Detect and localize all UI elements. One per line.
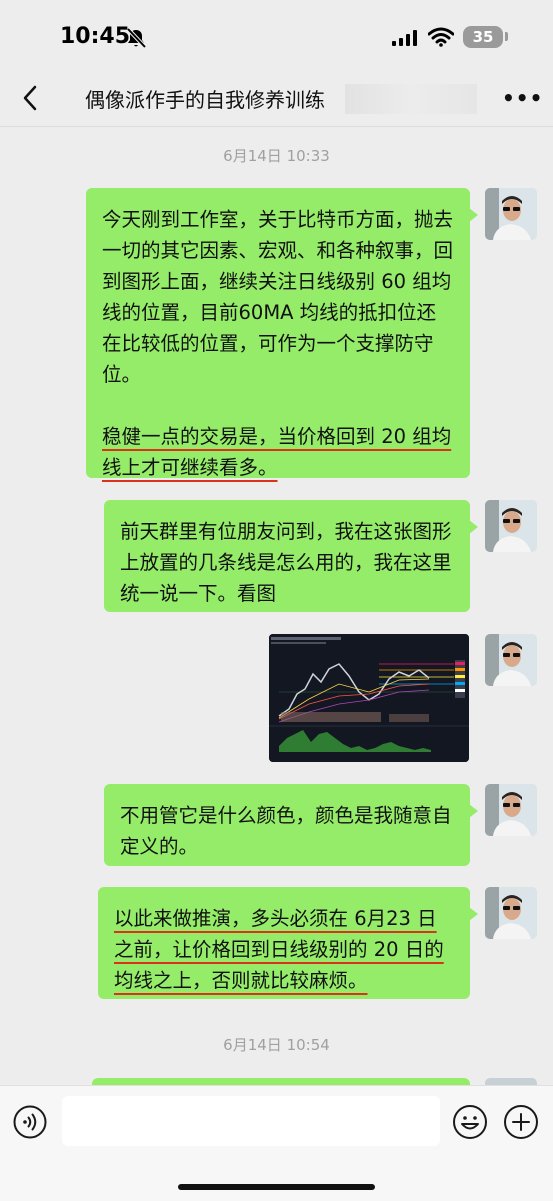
- home-indicator[interactable]: [178, 1184, 375, 1190]
- battery-tip: [505, 32, 508, 41]
- avatar-image: [485, 500, 537, 552]
- message-text: 今天刚到工作室，关于比特币方面，抛去一切的其它因素、宏观、和各种叙事，回到图形上…: [102, 208, 454, 386]
- plus-icon[interactable]: [503, 1104, 539, 1140]
- input-bar: [0, 1085, 553, 1201]
- message-bubble[interactable]: 前天群里有位朋友问到，我在这张图形上放置的几条线是怎么用的，我在这里统一说一下。…: [104, 500, 478, 612]
- message-text: 不用管它是什么颜色，颜色是我随意自定义的。: [120, 804, 452, 858]
- emoji-icon[interactable]: [452, 1104, 488, 1140]
- status-time: 10:45: [60, 24, 131, 49]
- avatar-image: [485, 887, 537, 939]
- timestamp: 6月14日 10:33: [223, 147, 330, 165]
- message-input[interactable]: [62, 1096, 440, 1146]
- avatar[interactable]: [485, 784, 537, 836]
- message-bubble[interactable]: 以此来做推演，多头必须在 6月23 日之前，让价格回到日线级别的 20 日的均线…: [98, 887, 478, 999]
- status-bar: 10:45 35: [0, 0, 553, 70]
- avatar[interactable]: [485, 500, 537, 552]
- title-redaction: [345, 84, 477, 114]
- voice-icon[interactable]: [13, 1105, 47, 1139]
- message-text-highlighted: 稳健一点的交易是，当价格回到 20 组均线上才可继续看多。: [102, 425, 452, 479]
- chat-header: 偶像派作手的自我修养训练 •••: [0, 70, 553, 126]
- timestamp: 6月14日 10:54: [223, 1036, 330, 1054]
- battery-indicator: 35: [463, 26, 503, 48]
- avatar-image: [485, 634, 537, 686]
- header-divider: [0, 126, 553, 127]
- wifi-icon: [428, 27, 454, 47]
- avatar-image: [485, 188, 537, 240]
- message-text-highlighted: 以此来做推演，多头必须在 6月23 日之前，让价格回到日线级别的 20 日的均线…: [114, 907, 444, 992]
- message-bubble[interactable]: 不用管它是什么颜色，颜色是我随意自定义的。: [104, 784, 478, 866]
- avatar[interactable]: [485, 887, 537, 939]
- avatar[interactable]: [485, 188, 537, 240]
- avatar-image: [485, 784, 537, 836]
- chart-thumbnail: [269, 634, 469, 762]
- bell-slash-icon: [126, 27, 147, 49]
- chat-title[interactable]: 偶像派作手的自我修养训练: [85, 84, 325, 113]
- back-icon[interactable]: [16, 82, 46, 114]
- message-bubble[interactable]: 今天刚到工作室，关于比特币方面，抛去一切的其它因素、宏观、和各种叙事，回到图形上…: [86, 188, 478, 479]
- more-icon[interactable]: •••: [502, 88, 543, 108]
- message-text: 前天群里有位朋友问到，我在这张图形上放置的几条线是怎么用的，我在这里统一说一下。…: [120, 520, 452, 605]
- chart-image-message[interactable]: [269, 634, 469, 762]
- signal-icon: [392, 30, 417, 46]
- avatar[interactable]: [485, 634, 537, 686]
